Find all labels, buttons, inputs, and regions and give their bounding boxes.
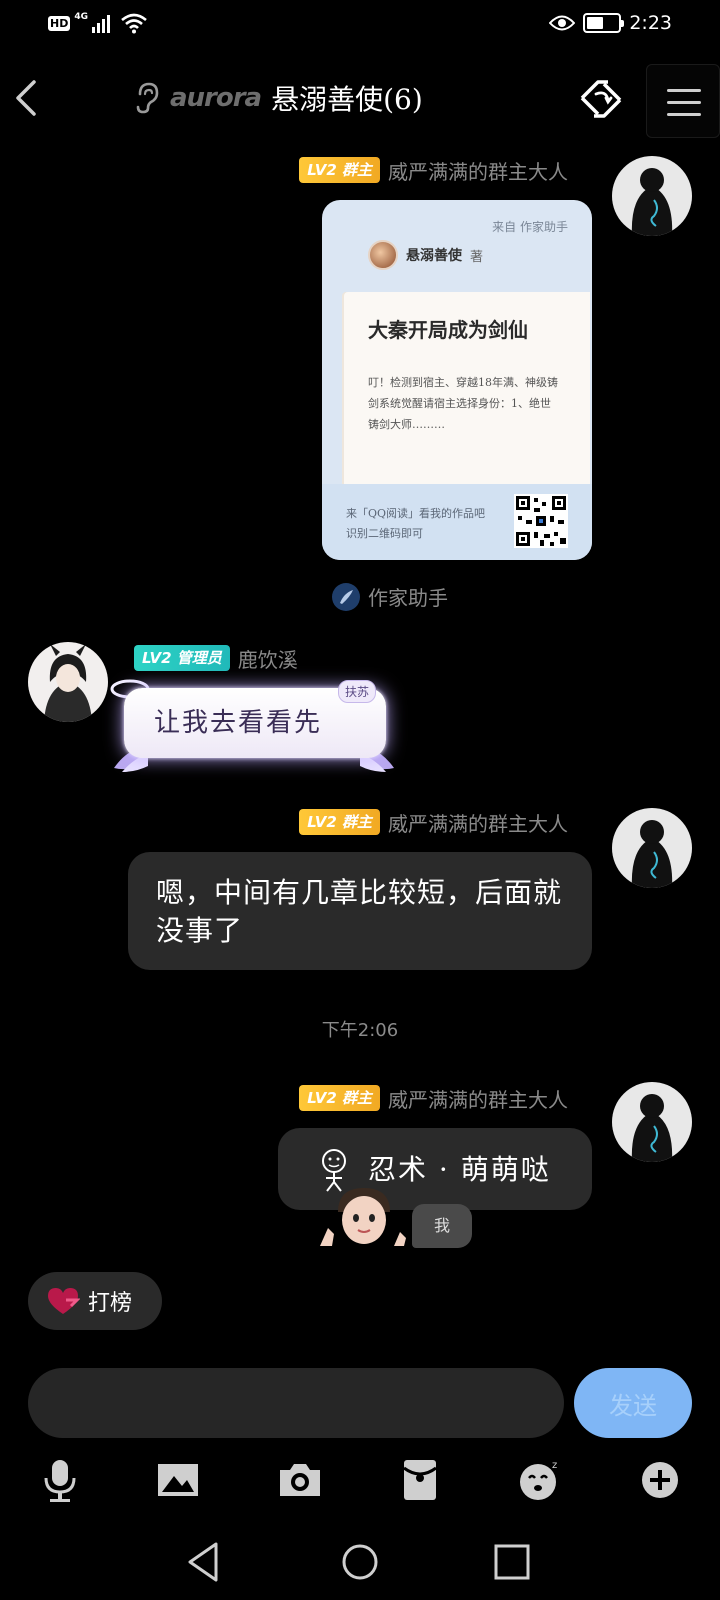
menu-line <box>667 89 701 92</box>
card-author-suffix: 著 <box>470 249 484 265</box>
owner-avatar[interactable] <box>612 808 692 888</box>
owner-badge: LV2 群主 <box>299 157 380 183</box>
owner-message-bubble[interactable]: 嗯，中间有几章比较短，后面就没事了 <box>128 852 592 970</box>
avatar-image <box>28 642 108 722</box>
ear-icon <box>136 82 159 114</box>
switch-icon <box>580 80 622 118</box>
battery-level <box>587 17 603 29</box>
clock: 2:23 <box>629 12 672 34</box>
square-recents-icon <box>494 1544 530 1580</box>
eye-comfort-icon <box>549 15 576 31</box>
qr-code-icon <box>514 494 568 548</box>
svg-text:z: z <box>552 1460 557 1471</box>
admin-message-bubble[interactable]: 扶苏 让我去看看先 <box>124 680 386 758</box>
rank-button[interactable]: 打榜 <box>28 1272 162 1330</box>
plus-icon[interactable] <box>636 1456 684 1504</box>
group-title: 悬溺善使(6) <box>271 83 423 116</box>
battery-icon <box>583 13 625 33</box>
source-label: 作家助手 <box>368 586 448 610</box>
card-author-row: 悬溺善使 著 <box>368 240 483 270</box>
bubble-tag: 扶苏 <box>337 680 376 703</box>
wifi-icon <box>121 13 147 34</box>
sender-name: 威严满满的群主大人 <box>388 1087 568 1112</box>
menu-line <box>667 101 701 104</box>
emoji-icon[interactable]: z <box>516 1456 564 1504</box>
message-sender-row: LV2 管理员 鹿饮溪 <box>134 644 298 672</box>
card-footer: 来「QQ阅读」看我的作品吧 识别二维码即可 <box>322 484 592 560</box>
memoji-sticker-icon <box>320 1188 406 1246</box>
card-footer-text: 来「QQ阅读」看我的作品吧 识别二维码即可 <box>346 504 485 544</box>
status-bar: HD 4G 2:23 <box>0 0 720 48</box>
circle-home-icon <box>342 1544 378 1580</box>
message-text: 让我去看看先 <box>154 708 323 738</box>
card-source: 来自 作家助手 <box>492 220 568 234</box>
admin-badge: LV2 管理员 <box>134 645 230 671</box>
nav-recents-button[interactable] <box>482 1532 542 1592</box>
heart-icon <box>48 1288 80 1314</box>
book-excerpt: 叮！检测到宿主、穿越18年满、神级铸剑系统觉醒请宿主选择身份：1、绝世铸剑大师…… <box>368 376 558 431</box>
back-arrow-icon <box>16 80 36 116</box>
avatar-image <box>612 156 692 236</box>
owner-badge: LV2 群主 <box>299 1085 380 1111</box>
card-footer-line1: 来「QQ阅读」看我的作品吧 <box>346 507 486 520</box>
status-right: 2:23 <box>549 12 672 34</box>
menu-button[interactable] <box>646 64 720 138</box>
sender-name: 威严满满的群主大人 <box>388 811 568 836</box>
menu-line <box>667 113 701 116</box>
message-input[interactable] <box>28 1368 564 1438</box>
avatar-image <box>612 1082 692 1162</box>
owner-avatar[interactable] <box>612 156 692 236</box>
message-sender-row: LV2 群主 威严满满的群主大人 <box>299 808 568 836</box>
title-area[interactable]: aurora 悬溺善使(6) <box>132 78 423 118</box>
book-share-card[interactable]: 来自 作家助手 悬溺善使 著 大秦开局成为剑仙 叮！检测到宿主、穿越18年满、神… <box>322 200 592 560</box>
message-sender-row: LV2 群主 威严满满的群主大人 <box>299 156 568 184</box>
image-icon[interactable] <box>154 1456 202 1504</box>
signal-icon <box>92 15 110 33</box>
card-author: 悬溺善使 <box>406 248 462 264</box>
writer-assistant-icon <box>332 582 360 611</box>
switch-account-button[interactable] <box>576 76 626 122</box>
book-page: 大秦开局成为剑仙 叮！检测到宿主、穿越18年满、神级铸剑系统觉醒请宿主选择身份：… <box>344 292 590 484</box>
message-text: 嗯，中间有几章比较短，后面就没事了 <box>156 876 563 947</box>
back-button[interactable] <box>8 74 48 122</box>
send-button[interactable]: 发送 <box>574 1368 692 1438</box>
sender-name: 鹿饮溪 <box>237 647 298 672</box>
admin-avatar[interactable] <box>28 642 108 722</box>
sender-name: 威严满满的群主大人 <box>388 159 568 184</box>
card-source-row[interactable]: 作家助手 <box>332 582 448 611</box>
book-title: 大秦开局成为剑仙 <box>368 318 528 342</box>
triangle-back-icon <box>188 1542 218 1582</box>
owner-badge: LV2 群主 <box>299 809 380 835</box>
message-sender-row: LV2 群主 威严满满的群主大人 <box>299 1084 568 1112</box>
hd-badge: HD <box>48 15 71 31</box>
rank-label: 打榜 <box>88 1291 133 1316</box>
mic-icon[interactable] <box>36 1456 84 1504</box>
camera-icon[interactable] <box>276 1456 324 1504</box>
chat-header: aurora 悬溺善使(6) <box>0 56 720 140</box>
avatar-image <box>612 808 692 888</box>
nav-home-button[interactable] <box>330 1532 390 1592</box>
message-timestamp: 下午2:06 <box>321 1020 399 1041</box>
status-left: HD 4G <box>48 12 148 34</box>
owner-avatar[interactable] <box>612 1082 692 1162</box>
me-tag: 我 <box>412 1204 472 1248</box>
author-avatar <box>368 240 398 270</box>
red-packet-icon[interactable] <box>396 1456 444 1504</box>
nav-back-button[interactable] <box>176 1532 236 1592</box>
card-footer-line2: 识别二维码即可 <box>346 527 423 540</box>
aurora-logo: aurora <box>170 83 262 113</box>
network-type: 4G <box>74 12 88 22</box>
